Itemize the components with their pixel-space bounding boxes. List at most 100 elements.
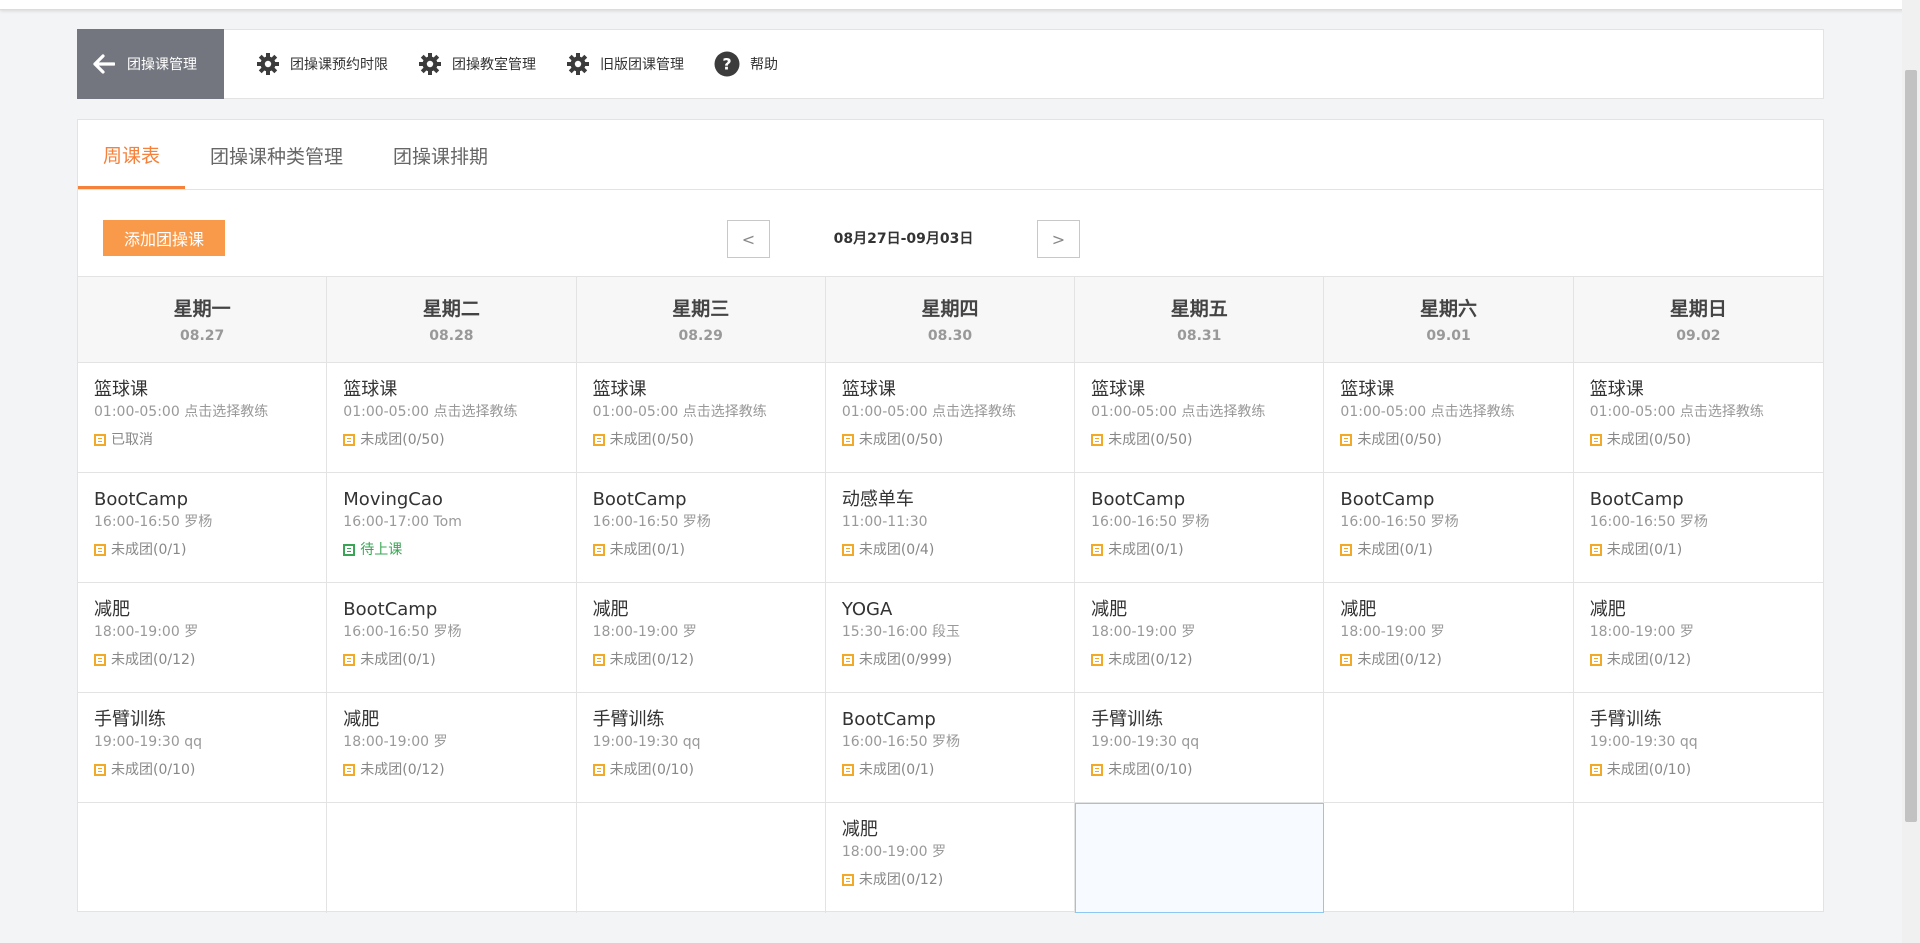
class-time-coach: 16:00-16:50 罗杨 [1091, 514, 1210, 530]
classroom-management-link[interactable]: 团操教室管理 [418, 52, 536, 76]
empty-slot[interactable] [1324, 803, 1574, 913]
scrollbar[interactable] [1902, 0, 1920, 943]
class-card[interactable]: BootCamp 16:00-16:50 罗杨 未成团(0/1) [576, 473, 826, 583]
class-card[interactable]: MovingCao 16:00-17:00 Tom 待上课 [327, 473, 577, 583]
status-text: 未成团(0/10) [111, 762, 196, 778]
class-card[interactable]: 减肥 18:00-19:00 罗未成团(0/12) [826, 803, 1076, 913]
status-text: 未成团(0/4) [858, 542, 935, 558]
status-icon [1589, 654, 1602, 666]
class-time-coach: 15:30-16:00 段玉 [841, 624, 961, 640]
class-card[interactable]: 手臂训练 19:00-19:30 qq 未成团(0/10) [1075, 693, 1325, 803]
empty-slot[interactable] [577, 803, 826, 913]
class-time-coach: 01:00-05:00 点击选择教练 [1091, 404, 1266, 420]
class-card[interactable]: 篮球课 01:00-05:00 点击选择教练 未成团(0/50) [1324, 363, 1574, 473]
add-group-class-button[interactable]: 添加团操课 [103, 220, 225, 256]
class-status: 未成团(0/10) [1091, 760, 1323, 780]
booking-time-limit-link[interactable]: 团操课预约时限 [256, 52, 388, 76]
class-card[interactable]: 减肥 18:00-19:00 罗未成团(0/12) [78, 583, 328, 693]
status-icon [592, 544, 605, 556]
class-card[interactable]: 篮球课 01:00-05:00 点击选择教练 未成团(0/50) [327, 363, 577, 473]
class-status: 未成团(0/50) [1091, 430, 1323, 450]
class-name: YOGA [841, 599, 893, 620]
class-name: 篮球课 [841, 379, 896, 400]
weekday-name: 星期一 [173, 298, 231, 320]
class-card[interactable]: BootCamp 16:00-16:50 罗杨 未成团(0/1) [1075, 473, 1325, 583]
empty-slot[interactable] [1574, 803, 1823, 913]
class-card[interactable]: BootCamp 16:00-16:50 罗杨 未成团(0/1) [1324, 473, 1574, 583]
help-link[interactable]: ? 帮助 [714, 51, 778, 77]
class-status: 未成团(0/50) [592, 430, 825, 450]
class-card[interactable]: BootCamp 16:00-16:50 罗杨 未成团(0/1) [1573, 473, 1823, 583]
class-card[interactable]: 手臂训练 19:00-19:30 qq 未成团(0/10) [78, 693, 328, 803]
weekday-header: 星期三 08.29 [576, 277, 826, 363]
empty-slot[interactable] [327, 803, 577, 913]
legacy-group-class-link[interactable]: 旧版团课管理 [566, 52, 684, 76]
classroom-management-label: 团操教室管理 [452, 57, 536, 73]
class-card[interactable]: 手臂训练 19:00-19:30 qq 未成团(0/10) [1573, 693, 1823, 803]
class-card[interactable]: 篮球课 01:00-05:00 点击选择教练 未成团(0/50) [1573, 363, 1823, 473]
class-name: BootCamp [343, 599, 438, 620]
status-text: 未成团(0/1) [858, 762, 935, 778]
class-card[interactable]: BootCamp 16:00-16:50 罗杨 未成团(0/1) [78, 473, 328, 583]
class-card[interactable]: BootCamp 16:00-16:50 罗杨 未成团(0/1) [825, 693, 1076, 803]
browser-top-edge [0, 0, 1920, 10]
weekday-name: 星期二 [422, 298, 480, 320]
svg-text:?: ? [722, 55, 731, 74]
class-card[interactable]: YOGA 15:30-16:00 段玉 未成团(0/999) [825, 583, 1076, 693]
class-status: 已取消 [94, 430, 326, 450]
class-card[interactable]: 减肥 18:00-19:00 罗未成团(0/12) [1573, 583, 1823, 693]
class-status: 未成团(0/12) [343, 760, 575, 780]
status-icon [1091, 764, 1104, 776]
schedule-grid: 篮球课 01:00-05:00 点击选择教练 已取消 篮球课 01:00-05:00 点… [78, 363, 1823, 913]
class-card[interactable]: 减肥 18:00-19:00 罗未成团(0/12) [1324, 583, 1574, 693]
status-text: 未成团(0/50) [1357, 432, 1442, 448]
class-time-coach: 18:00-19:00 罗 [343, 734, 448, 750]
back-button[interactable]: 团操课管理 [77, 28, 224, 99]
class-status: 未成团(0/1) [592, 540, 825, 560]
class-status: 未成团(0/1) [1340, 540, 1572, 560]
status-icon [841, 434, 854, 446]
class-card[interactable]: 篮球课 01:00-05:00 点击选择教练 已取消 [78, 363, 328, 473]
status-icon [841, 544, 854, 556]
class-time-coach: 18:00-19:00 罗 [94, 624, 199, 640]
class-time-coach: 18:00-19:00 罗 [592, 624, 697, 640]
status-icon [1340, 434, 1353, 446]
next-week-button[interactable]: > [1037, 220, 1080, 258]
status-icon [592, 764, 605, 776]
status-icon [94, 434, 106, 446]
class-status: 未成团(0/1) [94, 540, 326, 560]
status-text: 未成团(0/50) [1606, 432, 1692, 448]
class-status: 待上课 [343, 540, 575, 560]
booking-time-limit-label: 团操课预约时限 [290, 57, 388, 73]
previous-week-button[interactable]: < [727, 220, 770, 258]
tab-class-scheduling[interactable]: 团操课排期 [368, 122, 513, 189]
class-name: 手臂训练 [1091, 709, 1164, 730]
tab-class-type-management[interactable]: 团操课种类管理 [185, 122, 368, 189]
class-time-coach: 01:00-05:00 点击选择教练 [592, 404, 767, 420]
status-icon [1091, 544, 1104, 556]
class-card[interactable]: 减肥 18:00-19:00 罗未成团(0/12) [1075, 583, 1325, 693]
tab-bar: 周课表 团操课种类管理 团操课排期 [78, 120, 1823, 190]
class-time-coach: 19:00-19:30 qq [1589, 734, 1698, 750]
class-card[interactable]: 篮球课 01:00-05:00 点击选择教练 未成团(0/50) [1075, 363, 1325, 473]
weekday-name: 星期六 [1420, 298, 1478, 320]
empty-slot[interactable] [78, 803, 328, 913]
tab-weekly-schedule[interactable]: 周课表 [78, 122, 186, 189]
empty-slot[interactable] [1075, 803, 1325, 913]
empty-slot[interactable] [1324, 693, 1574, 803]
status-text: 未成团(0/12) [1606, 652, 1692, 668]
class-card[interactable]: 动感单车 11:00-11:30 未成团(0/4) [825, 473, 1076, 583]
class-card[interactable]: 减肥 18:00-19:00 罗未成团(0/12) [327, 693, 577, 803]
class-card[interactable]: 手臂训练 19:00-19:30 qq 未成团(0/10) [576, 693, 826, 803]
scrollbar-thumb[interactable] [1905, 70, 1917, 822]
status-icon [1589, 764, 1602, 776]
class-card[interactable]: 篮球课 01:00-05:00 点击选择教练 未成团(0/50) [576, 363, 826, 473]
top-toolbar: 团操课管理 团操课预约时限 团操教室管理 旧版团课管理 ? 帮助 [77, 28, 1824, 99]
class-time-coach: 01:00-05:00 点击选择教练 [94, 404, 269, 420]
gear-icon [419, 53, 441, 75]
class-card[interactable]: 篮球课 01:00-05:00 点击选择教练 未成团(0/50) [825, 363, 1076, 473]
class-name: 篮球课 [1589, 379, 1644, 400]
class-card[interactable]: 减肥 18:00-19:00 罗未成团(0/12) [576, 583, 826, 693]
class-card[interactable]: BootCamp 16:00-16:50 罗杨 未成团(0/1) [327, 583, 577, 693]
gear-icon [257, 53, 279, 75]
